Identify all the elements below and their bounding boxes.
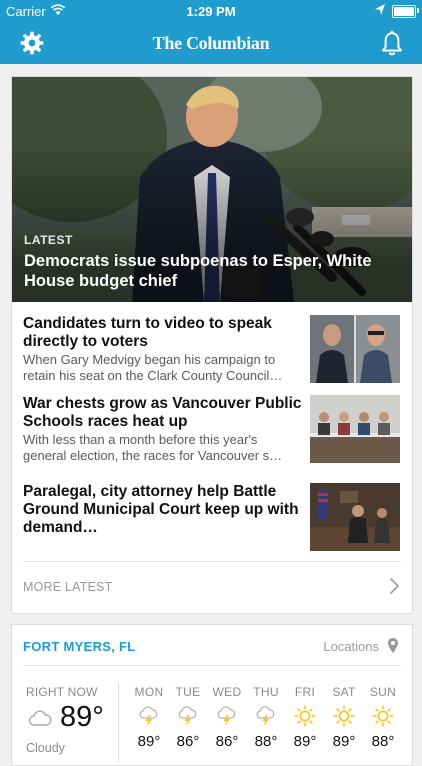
latest-news-card: LATEST Democrats issue subpoenas to Espe…: [11, 76, 413, 614]
bell-icon[interactable]: [380, 30, 404, 56]
weather-city: FORT MYERS, FL: [23, 639, 136, 654]
forecast-day: THU 88°: [246, 685, 286, 750]
story-dek: When Gary Medvigy began his campaign to …: [23, 352, 283, 383]
sun-icon: [372, 705, 394, 727]
forecast-day-name: SAT: [332, 685, 356, 699]
location-arrow-icon: [375, 4, 385, 15]
story-headline: Paralegal, city attorney help Battle Gro…: [23, 483, 299, 536]
locations-button[interactable]: Locations: [323, 639, 379, 654]
current-conditions: RIGHT NOW 89° Cloudy: [26, 685, 126, 755]
story-thumbnail: [310, 483, 400, 551]
forecast-day: TUE 86°: [168, 685, 208, 750]
forecast-day-name: SUN: [369, 685, 397, 699]
forecast-day-name: WED: [212, 685, 242, 699]
story-thumbnail: [310, 315, 400, 383]
battery-tip: [417, 8, 419, 13]
story-item-2[interactable]: War chests grow as Vancouver Public Scho…: [23, 395, 401, 465]
weather-header: FORT MYERS, FL Locations: [23, 635, 401, 657]
story-dek: With less than a month before this year'…: [23, 432, 283, 463]
more-latest-link[interactable]: MORE LATEST: [23, 577, 401, 599]
nav-bar: The Columbian: [0, 22, 422, 64]
status-bar: Carrier 1:29 PM: [0, 0, 422, 22]
right-now-label: RIGHT NOW: [26, 685, 98, 699]
forecast-day-name: MON: [134, 685, 164, 699]
hero-kicker: LATEST: [24, 233, 73, 247]
story-headline: Candidates turn to video to speak direct…: [23, 315, 272, 350]
story-text: Paralegal, city attorney help Battle Gro…: [23, 483, 303, 538]
forecast-temp: 88°: [371, 733, 395, 750]
hero-headline: Democrats issue subpoenas to Esper, Whit…: [24, 252, 372, 290]
forecast-temp: 88°: [254, 733, 278, 750]
story-thumbnail: [310, 395, 400, 463]
forecast-day-name: THU: [253, 685, 279, 699]
hero-story[interactable]: LATEST Democrats issue subpoenas to Espe…: [12, 77, 412, 302]
app-title: The Columbian: [152, 33, 270, 53]
divider: [23, 665, 401, 666]
divider: [23, 561, 401, 562]
location-pin-icon[interactable]: [387, 637, 399, 655]
forecast-day-name: FRI: [294, 685, 316, 699]
story-item-3[interactable]: Paralegal, city attorney help Battle Gro…: [23, 483, 401, 553]
current-temp: 89°: [60, 701, 104, 733]
forecast-temp: 86°: [215, 733, 239, 750]
story-headline: War chests grow as Vancouver Public Scho…: [23, 395, 302, 430]
more-latest-label: MORE LATEST: [23, 580, 113, 594]
forecast-day: SUN 88°: [363, 685, 403, 750]
sun-icon: [294, 705, 316, 727]
story-text: War chests grow as Vancouver Public Scho…: [23, 395, 303, 464]
cloud-icon: [28, 710, 52, 726]
forecast-day: WED 86°: [207, 685, 247, 750]
sun-icon: [333, 705, 355, 727]
thunderstorm-icon: [217, 706, 236, 726]
forecast-day-name: TUE: [175, 685, 201, 699]
weather-card: FORT MYERS, FL Locations RIGHT NOW 89° C…: [11, 624, 413, 766]
current-condition: Cloudy: [26, 741, 65, 755]
forecast-day: FRI 89°: [285, 685, 325, 750]
forecast-temp: 89°: [137, 733, 161, 750]
forecast-day: SAT 89°: [324, 685, 364, 750]
forecast-temp: 89°: [293, 733, 317, 750]
battery-icon: [392, 5, 416, 18]
forecast-temp: 86°: [176, 733, 200, 750]
thunderstorm-icon: [178, 706, 197, 726]
chevron-right-icon: [390, 578, 399, 594]
thunderstorm-icon: [139, 706, 158, 726]
forecast-day: MON 89°: [129, 685, 169, 750]
story-text: Candidates turn to video to speak direct…: [23, 315, 303, 384]
clock: 1:29 PM: [186, 4, 236, 19]
weather-divider: [118, 683, 119, 763]
forecast-temp: 89°: [332, 733, 356, 750]
story-item-1[interactable]: Candidates turn to video to speak direct…: [23, 315, 401, 385]
thunderstorm-icon: [256, 706, 275, 726]
